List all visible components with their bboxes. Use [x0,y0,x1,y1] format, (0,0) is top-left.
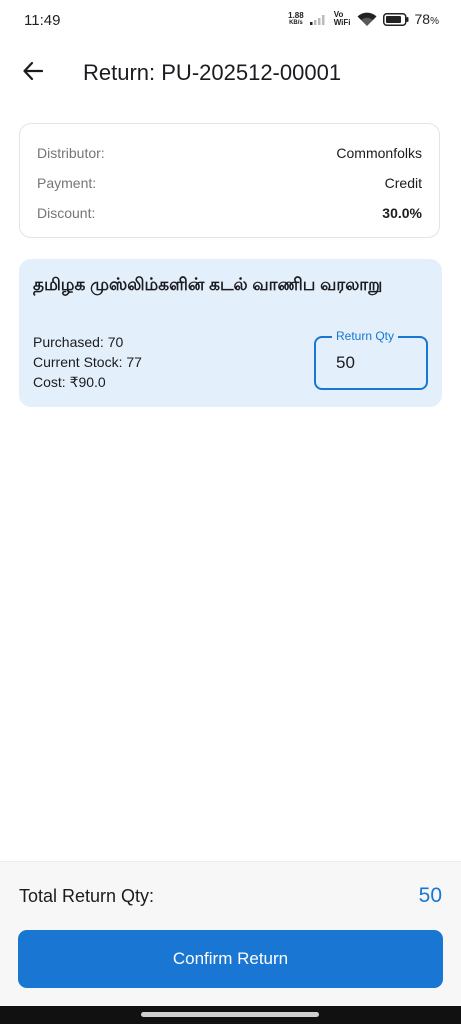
return-qty-input[interactable]: Return Qty 50 [314,329,428,390]
distributor-row: Distributor: Commonfolks [37,143,422,163]
battery-icon [382,12,409,26]
discount-row: Discount: 30.0% [37,203,422,223]
system-nav-bar [0,1006,461,1024]
page-title: Return: PU-202512-00001 [83,60,342,85]
payment-label: Payment: [37,175,97,191]
vowifi-bottom: WiFi [333,18,351,27]
item-purchased: Purchased: 70 [33,334,124,350]
return-item-card: தமிழக முஸ்லிம்களின் கடல் வாணிப வரலாறு Pu… [19,259,442,407]
battery-percent-symbol: % [430,16,439,27]
discount-label: Discount: [37,205,96,221]
app-bar: Return: PU-202512-00001 [0,44,461,102]
item-cost: Cost: ₹90.0 [33,374,106,390]
network-speed-value: 1.88 [288,10,304,20]
arrow-left-icon [22,60,44,87]
item-current-stock: Current Stock: 77 [33,354,142,370]
signal-icon [309,13,328,25]
total-return-label: Total Return Qty: [19,886,155,906]
vowifi-indicator: Vo WiFi [334,11,351,27]
wifi-icon [357,12,377,27]
discount-value: 30.0% [382,205,422,221]
return-qty-label: Return Qty [332,329,399,343]
payment-row: Payment: Credit [37,173,422,193]
back-button[interactable] [14,54,52,92]
distributor-value: Commonfolks [336,145,422,161]
bottom-panel: Total Return Qty: 50 Confirm Return [0,861,461,1006]
status-icons: 1.88 KB/s Vo WiFi 78% [288,10,439,28]
return-qty-value[interactable]: 50 [336,353,355,373]
battery-percent: 78% [415,11,439,27]
payment-value: Credit [384,175,422,191]
distributor-label: Distributor: [37,145,105,161]
item-title: தமிழக முஸ்லிம்களின் கடல் வாணிப வரலாறு [33,275,383,294]
status-bar: 11:49 1.88 KB/s Vo WiFi 78% [0,0,461,44]
purchase-info-card: Distributor: Commonfolks Payment: Credit… [19,123,440,238]
battery-percent-value: 78 [414,11,431,27]
home-indicator[interactable] [141,1012,319,1017]
network-speed-unit: KB/s [289,19,303,26]
network-speed: 1.88 KB/s [288,10,304,27]
total-return-value: 50 [418,884,442,907]
confirm-return-button[interactable]: Confirm Return [18,930,443,988]
confirm-return-label: Confirm Return [172,949,289,968]
status-time: 11:49 [24,12,61,29]
